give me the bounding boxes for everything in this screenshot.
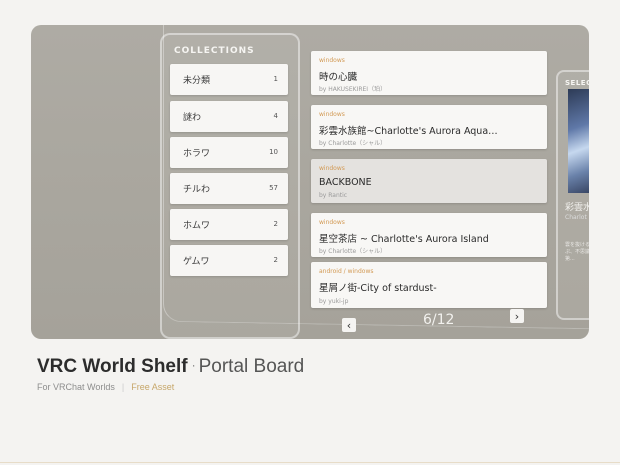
- selected-world-description: 雲を抜ける水族館。ぷ、不思議なリーズ第...: [565, 242, 589, 262]
- product-title: VRC World Shelf · Portal Board: [37, 356, 304, 378]
- world-card[interactable]: windows 星空茶店 ~ Charlotte's Aurora Island…: [311, 213, 547, 257]
- world-author: by HAKUSEKIREI（珀）: [319, 86, 387, 93]
- collections-title: COLLECTIONS: [174, 46, 255, 56]
- collection-item[interactable]: ホラワ 10: [170, 137, 288, 168]
- preview-image: COLLECTIONS 未分類 1 謎わ 4 ホラワ 10 チルわ 57 ホムワ…: [31, 25, 589, 339]
- selected-panel: SELECTE 彩雲水 Charlot 雲を抜ける水族館。ぷ、不思議なリーズ第.…: [556, 70, 589, 320]
- collection-item[interactable]: チルわ 57: [170, 173, 288, 204]
- collection-count: 10: [269, 148, 278, 156]
- world-author: by Charlotte（シャル）: [319, 248, 387, 255]
- world-title: BACKBONE: [319, 177, 372, 188]
- world-author: by Rantic: [319, 192, 348, 199]
- world-title: 星屑ノ街-City of stardust-: [319, 283, 437, 294]
- collection-count: 1: [273, 75, 278, 83]
- free-asset-tag[interactable]: Free Asset: [131, 382, 174, 392]
- collection-name: チルわ: [183, 185, 211, 195]
- meta-divider: |: [121, 382, 125, 392]
- collection-item[interactable]: ゲムワ 2: [170, 245, 288, 276]
- bottom-divider: [0, 462, 620, 463]
- product-subtitle: Portal Board: [198, 356, 305, 377]
- chevron-right-icon: ›: [514, 309, 520, 323]
- collection-count: 4: [273, 112, 278, 120]
- collection-count: 2: [273, 220, 278, 228]
- selected-world-name: 彩雲水: [565, 203, 589, 213]
- collection-item[interactable]: 未分類 1: [170, 64, 288, 95]
- world-title: 彩雲水族館~Charlotte's Aurora Aqua…: [319, 126, 498, 137]
- world-card[interactable]: android / windows 星屑ノ街-City of stardust-…: [311, 262, 547, 308]
- next-page-button[interactable]: ›: [510, 309, 524, 323]
- world-card[interactable]: windows 彩雲水族館~Charlotte's Aurora Aqua… b…: [311, 105, 547, 149]
- world-platform: windows: [319, 165, 345, 172]
- collections-panel: COLLECTIONS 未分類 1 謎わ 4 ホラワ 10 チルわ 57 ホムワ…: [160, 33, 300, 339]
- world-platform: android / windows: [319, 268, 374, 275]
- collection-name: 未分類: [183, 76, 211, 86]
- collection-name: ホラワ: [183, 149, 211, 159]
- selected-title: SELECTE: [565, 79, 589, 87]
- selected-thumbnail: [568, 89, 589, 193]
- product-for-label[interactable]: For VRChat Worlds: [37, 382, 115, 392]
- collection-name: ホムワ: [183, 221, 211, 231]
- world-title: 時の心臓: [319, 72, 358, 83]
- product-name: VRC World Shelf: [37, 356, 188, 377]
- world-author: by Charlotte（シャル）: [319, 140, 387, 147]
- collection-name: ゲムワ: [183, 257, 210, 267]
- collection-count: 57: [269, 184, 278, 192]
- world-platform: windows: [319, 57, 345, 64]
- collection-count: 2: [273, 256, 278, 264]
- world-title: 星空茶店 ~ Charlotte's Aurora Island: [319, 234, 489, 245]
- collection-name: 謎わ: [183, 113, 202, 123]
- world-card-selected[interactable]: windows BACKBONE by Rantic: [311, 159, 547, 203]
- selected-world-author: Charlot: [565, 214, 587, 221]
- page-indicator: 6/12: [423, 312, 455, 328]
- collection-item[interactable]: ホムワ 2: [170, 209, 288, 240]
- world-author: by yuki-jp: [319, 298, 349, 305]
- collection-item[interactable]: 謎わ 4: [170, 101, 288, 132]
- prev-page-button[interactable]: ‹: [342, 318, 356, 332]
- world-platform: windows: [319, 111, 345, 118]
- title-separator: ·: [191, 358, 196, 372]
- product-meta: For VRChat Worlds | Free Asset: [37, 382, 174, 392]
- world-platform: windows: [319, 219, 345, 226]
- world-card[interactable]: windows 時の心臓 by HAKUSEKIREI（珀）: [311, 51, 547, 95]
- chevron-left-icon: ‹: [346, 318, 352, 332]
